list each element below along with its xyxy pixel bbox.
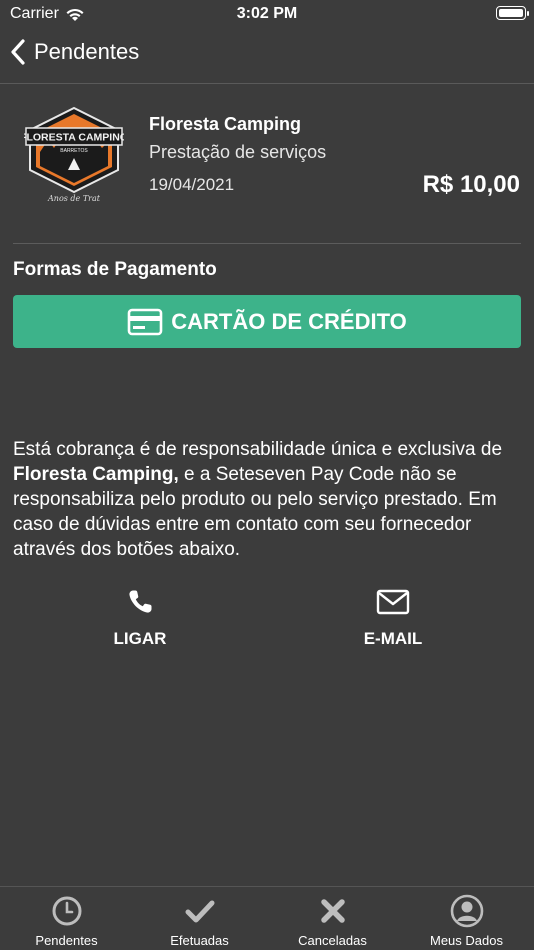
- battery-icon: [496, 6, 529, 20]
- disclaimer-text: Está cobrança é de responsabilidade únic…: [13, 437, 523, 562]
- tab-label: Pendentes: [35, 933, 98, 948]
- navigation-bar: Pendentes: [0, 30, 534, 84]
- tab-label: Meus Dados: [430, 933, 503, 948]
- logo-script: Anos de Trat: [47, 194, 101, 203]
- logo-subtitle: BARRETOS: [60, 148, 88, 154]
- merchant-description: Prestação de serviços: [149, 142, 327, 162]
- tab-label: Canceladas: [298, 933, 367, 948]
- email-label: E-MAIL: [363, 629, 423, 648]
- tab-label: Efetuadas: [170, 933, 229, 948]
- tab-bar: Pendentes Efetuadas Canceladas Meus Dado…: [0, 886, 534, 950]
- logo-title: FLORESTA CAMPING: [24, 132, 124, 144]
- call-button[interactable]: LIGAR: [70, 588, 210, 649]
- charge-amount: R$ 10,00: [422, 171, 520, 198]
- merchant-logo: FLORESTA CAMPING BARRETOS Anos de Trat: [24, 106, 124, 203]
- clock-icon: [52, 896, 81, 926]
- status-time: 3:02 PM: [236, 5, 298, 22]
- email-button[interactable]: E-MAIL: [323, 588, 463, 649]
- check-icon: [185, 900, 214, 923]
- tab-canceladas[interactable]: Canceladas: [266, 887, 399, 950]
- payment-methods-title: Formas de Pagamento: [13, 259, 217, 280]
- user-icon: [450, 894, 483, 928]
- merchant-name: Floresta Camping: [149, 114, 302, 134]
- tab-efetuadas[interactable]: Efetuadas: [133, 887, 266, 950]
- call-label: LIGAR: [113, 629, 167, 648]
- credit-card-icon: [127, 308, 163, 335]
- back-button[interactable]: Pendentes: [10, 38, 139, 66]
- disclaimer-part1: Está cobrança é de responsabilidade únic…: [13, 439, 503, 460]
- mail-icon: [376, 589, 410, 615]
- charge-date: 19/04/2021: [149, 175, 235, 194]
- chevron-left-icon: [11, 39, 25, 65]
- credit-card-label: CARTÃO DE CRÉDITO: [171, 308, 407, 334]
- divider: [13, 243, 521, 244]
- x-icon: [320, 899, 345, 923]
- tab-pendentes[interactable]: Pendentes: [0, 887, 133, 950]
- disclaimer-merchant: Floresta Camping,: [13, 464, 179, 485]
- credit-card-button[interactable]: CARTÃO DE CRÉDITO: [13, 295, 521, 348]
- tab-meus-dados[interactable]: Meus Dados: [400, 887, 533, 950]
- back-label: Pendentes: [34, 39, 140, 64]
- status-bar: Carrier 3:02 PM: [0, 0, 534, 30]
- phone-icon: [129, 590, 152, 613]
